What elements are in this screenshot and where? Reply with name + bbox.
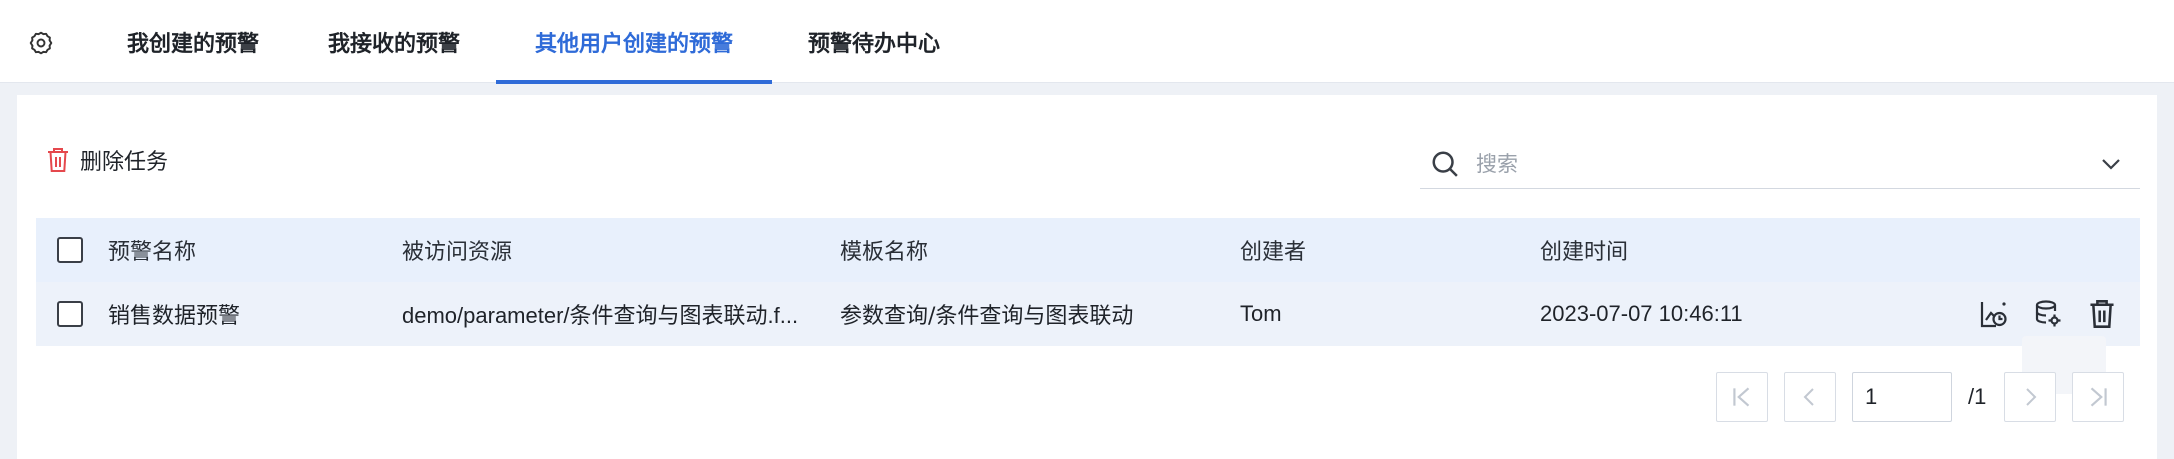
alert-name: 销售数据预警 <box>108 304 241 329</box>
top-tab-bar: 我创建的预警 我接收的预警 其他用户创建的预警 预警待办中心 <box>0 0 2174 84</box>
trash-icon <box>48 148 68 172</box>
database-gear-icon[interactable] <box>2030 296 2066 332</box>
table-header: 预警名称 被访问资源 模板名称 创建者 创建时间 <box>36 218 2140 282</box>
total-pages: /1 <box>1968 384 1987 409</box>
last-page-button[interactable] <box>2072 372 2124 422</box>
table-row[interactable]: 销售数据预警 demo/parameter/条件查询与图表联动.f... 参数查… <box>36 282 2140 346</box>
chart-timer-icon[interactable] <box>1976 296 2012 332</box>
trash-icon[interactable] <box>2084 296 2120 332</box>
tab-other-users-alerts[interactable]: 其他用户创建的预警 <box>496 0 772 84</box>
first-page-icon <box>1733 387 1750 407</box>
column-header-creator[interactable]: 创建者 <box>1240 218 1440 282</box>
column-header-created-time[interactable]: 创建时间 <box>1540 218 1840 282</box>
chevron-right-icon <box>2026 388 2037 406</box>
row-actions <box>1976 296 2120 332</box>
last-page-icon <box>2090 387 2107 407</box>
first-page-button[interactable] <box>1716 372 1768 422</box>
search-icon <box>1426 145 1464 183</box>
column-header-resource[interactable]: 被访问资源 <box>402 218 874 282</box>
resource-path: demo/parameter/条件查询与图表联动.f... <box>402 282 874 346</box>
next-page-button[interactable] <box>2004 372 2056 422</box>
gear-icon[interactable] <box>26 28 56 58</box>
column-header-template[interactable]: 模板名称 <box>840 218 1220 282</box>
delete-task-label: 删除任务 <box>80 150 169 175</box>
row-checkbox[interactable] <box>57 301 83 327</box>
column-header-alert-name[interactable]: 预警名称 <box>108 218 388 282</box>
creator: Tom <box>1240 301 1282 326</box>
tab-my-created-alerts[interactable]: 我创建的预警 <box>104 0 282 83</box>
tab-my-received-alerts[interactable]: 我接收的预警 <box>306 0 482 83</box>
search-bar <box>1420 139 2140 189</box>
prev-page-button[interactable] <box>1784 372 1836 422</box>
template-name: 参数查询/条件查询与图表联动 <box>840 304 1134 329</box>
page-number-input[interactable] <box>1852 372 1952 422</box>
resource-path-text: demo/parameter/条件查询与图表联动.f... <box>402 303 799 328</box>
delete-task-button[interactable]: 删除任务 <box>46 143 168 177</box>
chevron-down-icon[interactable] <box>2096 149 2126 179</box>
tab-alert-todo-center[interactable]: 预警待办中心 <box>786 0 962 83</box>
chevron-left-icon <box>1803 388 1814 406</box>
search-input[interactable] <box>1476 143 2066 184</box>
created-time: 2023-07-07 10:46:11 <box>1540 301 1743 326</box>
select-all-checkbox[interactable] <box>57 237 83 263</box>
